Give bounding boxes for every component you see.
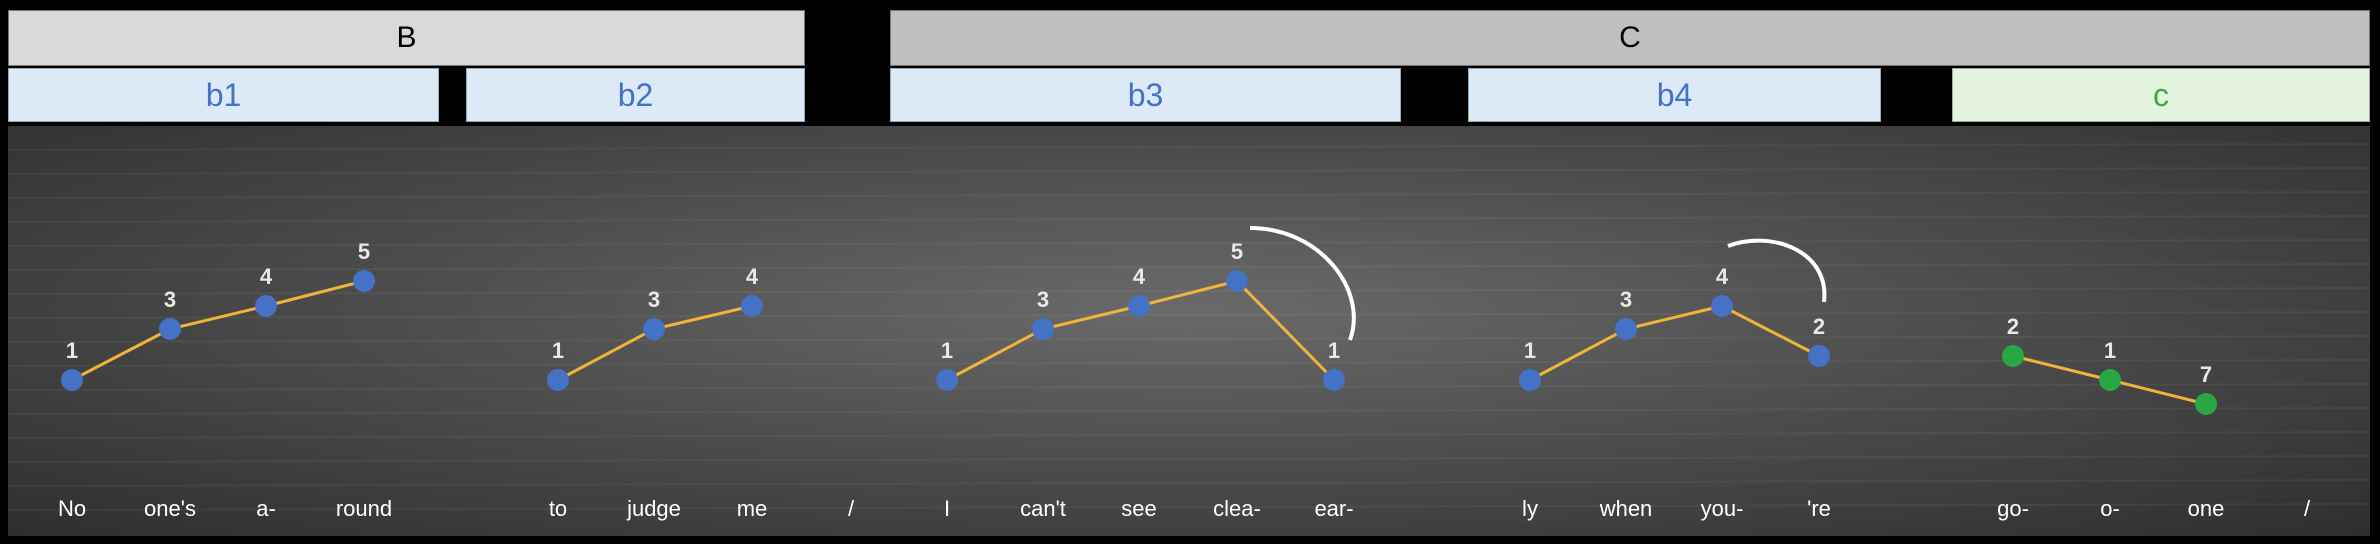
note-dot	[159, 318, 181, 340]
note-dot	[741, 295, 763, 317]
lyric-syllable: one	[2187, 496, 2225, 521]
lyric-syllable: me	[736, 496, 768, 521]
note-dot	[1226, 270, 1248, 292]
lyric-syllable: o-	[2100, 496, 2120, 521]
lyric-syllable: I	[943, 496, 951, 521]
scale-degree-label: 1	[552, 338, 564, 363]
gridline	[7, 191, 2371, 199]
scale-degree-label: 1	[2104, 338, 2116, 363]
phrase-separator: /	[847, 496, 855, 521]
note-dot	[936, 369, 958, 391]
slur-arc	[1727, 238, 1827, 303]
lyric-syllable: can't	[1020, 496, 1066, 521]
gridline	[7, 407, 2371, 415]
note-dot	[255, 295, 277, 317]
gridline	[7, 263, 2371, 271]
gridline	[7, 215, 2371, 223]
slur-arc	[1249, 226, 1356, 341]
lyric-syllable: round	[335, 496, 393, 521]
melody-contour-diagram: 1 3 4 5 1 3 4 1 3 4 5 1 1 3 4 2 2 1 7	[7, 143, 2371, 511]
lyric-syllable: ear-	[1314, 496, 1354, 521]
lyric-syllable: a-	[256, 496, 276, 521]
scale-degree-label: 1	[66, 338, 78, 363]
note-dot	[2002, 345, 2024, 367]
gridline	[7, 455, 2371, 463]
lyric-syllable: No	[57, 496, 87, 521]
scale-degree-label: 5	[358, 239, 370, 264]
scale-degree-label: 4	[746, 264, 759, 289]
lyric-syllable: when	[1599, 496, 1653, 521]
scale-degree-label: 4	[1716, 264, 1729, 289]
note-dot	[61, 369, 83, 391]
scale-degree-label: 2	[2007, 314, 2019, 339]
scale-degree-label: 3	[1037, 287, 1049, 312]
note-dot	[353, 270, 375, 292]
note-dot	[1615, 318, 1637, 340]
scale-degree-label: 4	[1133, 264, 1146, 289]
scale-degree-label: 3	[648, 287, 660, 312]
scale-degree-label: 4	[260, 264, 273, 289]
scale-degree-label: 1	[941, 338, 953, 363]
note-dot	[1128, 295, 1150, 317]
lyric-syllable: see	[1121, 496, 1157, 521]
lyric-syllable: judge	[627, 496, 681, 521]
phrase-separator: /	[2303, 496, 2311, 521]
scale-degree-label: 1	[1524, 338, 1536, 363]
lyric-syllable: you-	[1700, 496, 1744, 521]
contour-line	[1529, 304, 1820, 382]
note-dot	[1519, 369, 1541, 391]
lyric-syllable: clea-	[1213, 496, 1261, 521]
note-dot	[547, 369, 569, 391]
note-dot	[643, 318, 665, 340]
note-dot	[1711, 295, 1733, 317]
note-dot	[1808, 345, 1830, 367]
lyric-syllable: go-	[1997, 496, 2029, 521]
note-dot	[2195, 393, 2217, 415]
gridline	[7, 143, 2371, 151]
note-dot	[1032, 318, 1054, 340]
scale-degree-label: 3	[164, 287, 176, 312]
scale-degree-label: 7	[2200, 362, 2212, 387]
lyric-syllable: ly	[1522, 496, 1538, 521]
scale-degree-label: 1	[1328, 338, 1340, 363]
scale-degree-label: 3	[1620, 287, 1632, 312]
gridline	[7, 431, 2371, 439]
lyric-syllable: 're	[1807, 496, 1831, 521]
lyric-syllable: one's	[144, 496, 196, 521]
scale-degree-label: 5	[1231, 239, 1243, 264]
gridline	[7, 383, 2371, 391]
note-dot	[1323, 369, 1345, 391]
lyric-syllable: to	[548, 496, 568, 521]
scale-degree-label: 2	[1813, 314, 1825, 339]
gridline	[7, 479, 2371, 487]
gridline	[7, 167, 2371, 175]
note-dot	[2099, 369, 2121, 391]
